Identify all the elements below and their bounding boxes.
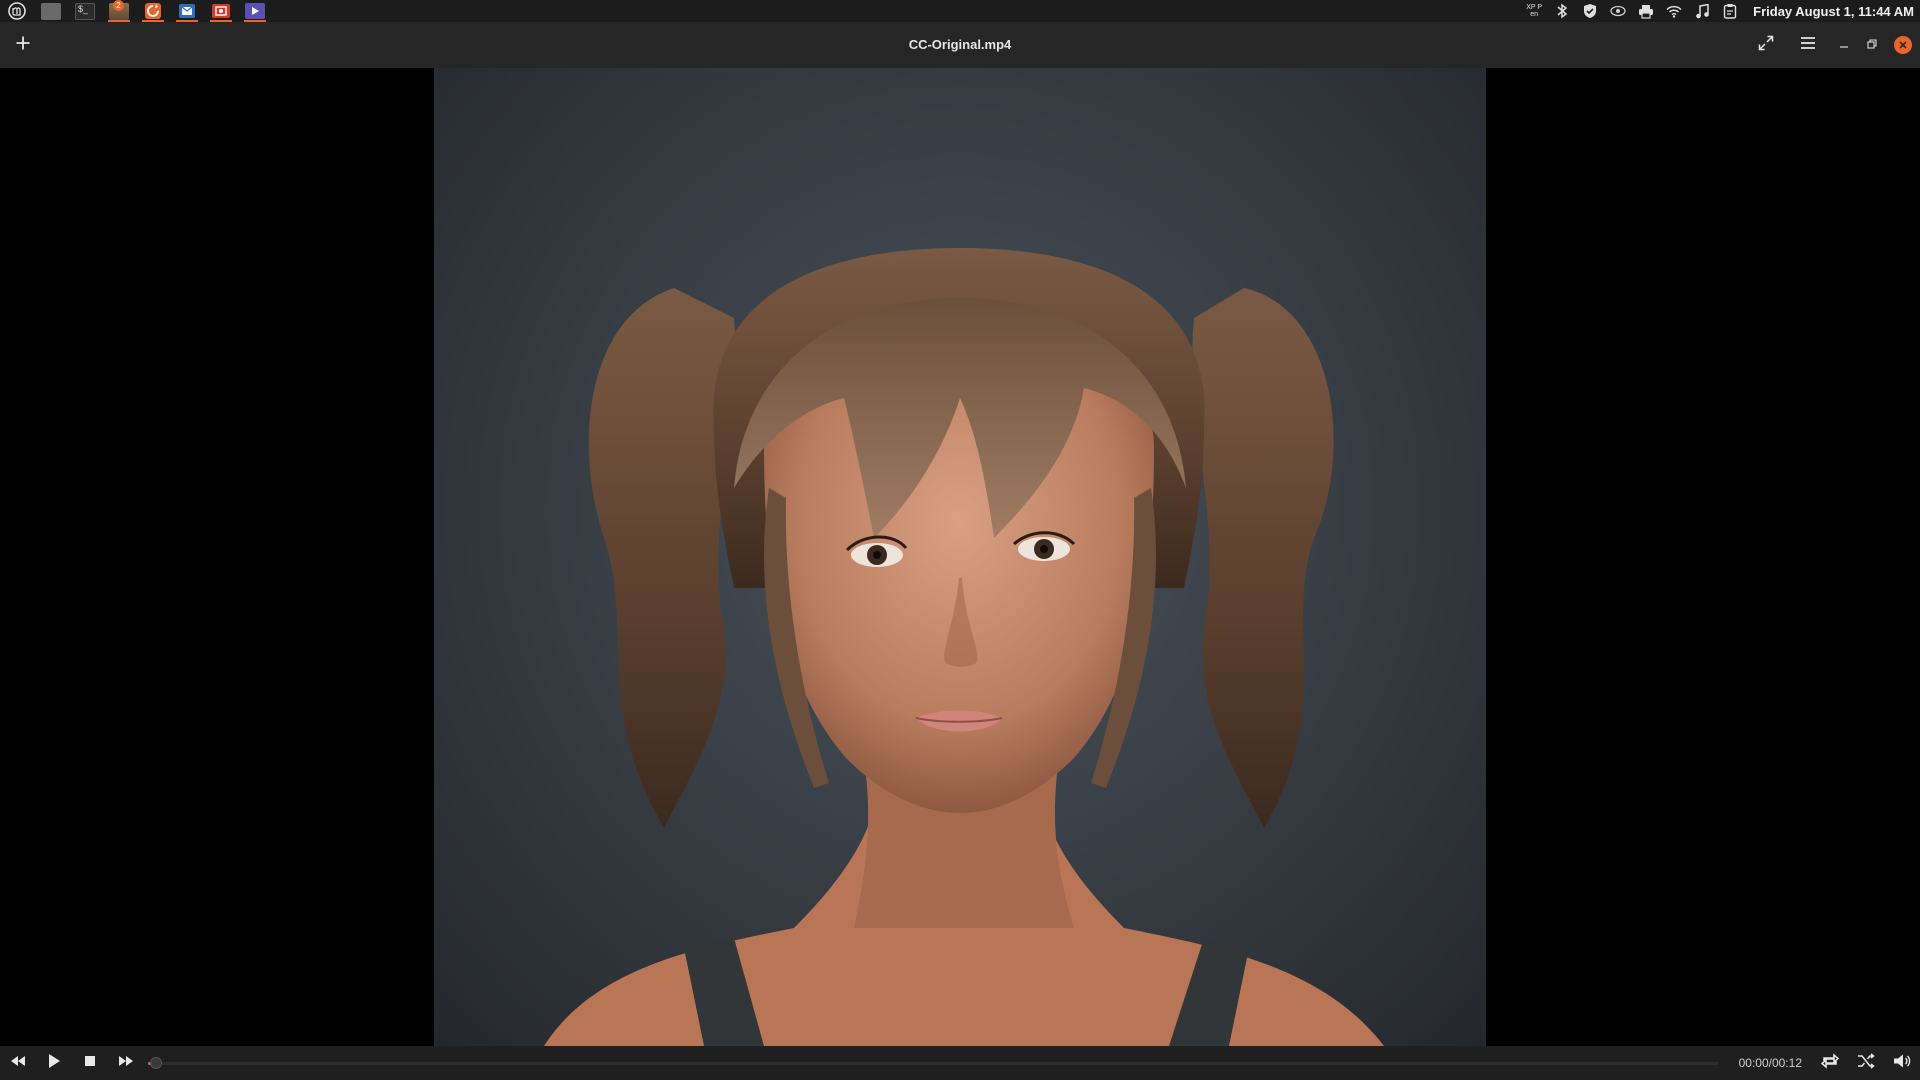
panel-launchers: $_ 2 xyxy=(0,0,272,22)
xp-pen-icon[interactable]: XP Pen xyxy=(1523,0,1545,22)
fullscreen-button[interactable] xyxy=(1746,22,1786,68)
mail-icon[interactable] xyxy=(170,0,204,22)
video-frame[interactable] xyxy=(434,68,1486,1046)
rewind-icon xyxy=(10,1054,26,1072)
main-menu-button[interactable] xyxy=(1786,22,1830,68)
screenshot-icon[interactable] xyxy=(204,0,238,22)
window-controls xyxy=(1746,22,1920,68)
video-player-icon[interactable] xyxy=(238,0,272,22)
play-icon xyxy=(47,1053,61,1074)
playback-controls: 00:00/00:12 xyxy=(0,1046,1920,1080)
shuffle-button[interactable] xyxy=(1848,1046,1884,1080)
clock[interactable]: Friday August 1, 11:44 AM xyxy=(1747,4,1914,19)
rewind-button[interactable] xyxy=(0,1046,36,1080)
expand-icon xyxy=(1758,35,1774,56)
xp-pen-label: XP Pen xyxy=(1526,4,1543,18)
stop-button[interactable] xyxy=(72,1046,108,1080)
wifi-icon[interactable] xyxy=(1663,0,1685,22)
clipboard-icon[interactable] xyxy=(1719,0,1741,22)
open-file-button[interactable] xyxy=(0,22,46,68)
plus-icon xyxy=(15,35,31,56)
window-title: CC-Original.mp4 xyxy=(908,37,1012,52)
close-icon xyxy=(1894,36,1912,54)
files-badge: 2 xyxy=(113,0,124,11)
fast-forward-icon xyxy=(118,1054,134,1072)
repeat-icon xyxy=(1820,1052,1840,1074)
restore-icon xyxy=(1867,36,1877,54)
fast-forward-button[interactable] xyxy=(108,1046,144,1080)
window-header: CC-Original.mp4 xyxy=(0,22,1920,68)
seek-handle[interactable] xyxy=(149,1057,162,1069)
update-icon[interactable] xyxy=(136,0,170,22)
bluetooth-icon[interactable] xyxy=(1551,0,1573,22)
printer-icon[interactable] xyxy=(1635,0,1657,22)
music-icon[interactable] xyxy=(1691,0,1713,22)
close-button[interactable] xyxy=(1886,22,1920,68)
minimize-icon xyxy=(1839,36,1849,54)
video-area[interactable] xyxy=(0,68,1920,1046)
play-button[interactable] xyxy=(36,1046,72,1080)
repeat-button[interactable] xyxy=(1812,1046,1848,1080)
top-panel: $_ 2 XP Pen Friday August 1, 11:44 AM xyxy=(0,0,1920,22)
volume-icon xyxy=(1893,1053,1911,1074)
seek-bar[interactable] xyxy=(148,1046,1719,1080)
minimize-button[interactable] xyxy=(1830,22,1858,68)
menu-icon[interactable] xyxy=(0,0,34,22)
workspace-icon[interactable] xyxy=(34,0,68,22)
hamburger-icon xyxy=(1800,36,1816,55)
time-display: 00:00/00:12 xyxy=(1738,1056,1802,1070)
files-icon[interactable]: 2 xyxy=(102,0,136,22)
volume-button[interactable] xyxy=(1884,1046,1920,1080)
shuffle-icon xyxy=(1857,1052,1875,1074)
shield-icon[interactable] xyxy=(1579,0,1601,22)
nvidia-icon[interactable] xyxy=(1607,0,1629,22)
system-tray: XP Pen Friday August 1, 11:44 AM xyxy=(1523,0,1920,22)
maximize-button[interactable] xyxy=(1858,22,1886,68)
stop-icon xyxy=(84,1054,96,1072)
seek-track xyxy=(148,1062,1719,1065)
terminal-icon[interactable]: $_ xyxy=(68,0,102,22)
video-character-image xyxy=(544,248,1384,1046)
